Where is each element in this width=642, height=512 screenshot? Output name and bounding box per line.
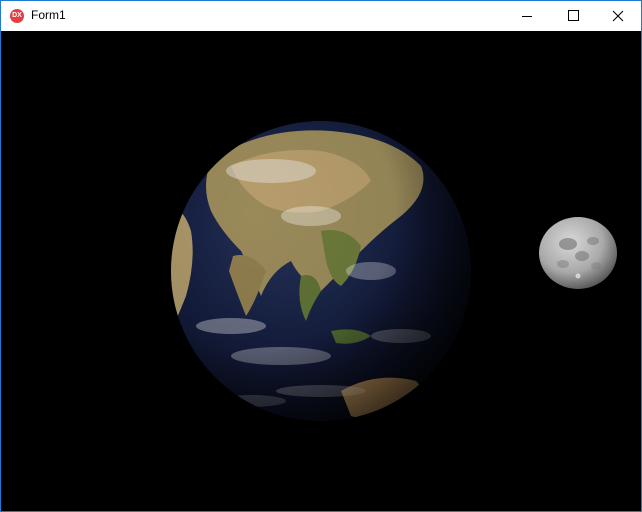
form-window: DX Form1 (0, 0, 642, 512)
title-bar[interactable]: DX Form1 (1, 1, 641, 31)
moon-sphere-icon (538, 216, 618, 290)
earth-globe-icon (171, 121, 471, 421)
close-icon (612, 10, 624, 22)
window-title: Form1 (31, 8, 66, 22)
maximize-button[interactable] (550, 1, 596, 31)
minimize-icon (522, 16, 532, 17)
app-logo-icon: DX (10, 9, 24, 23)
3d-viewport[interactable] (1, 31, 641, 511)
minimize-button[interactable] (504, 1, 550, 31)
close-button[interactable] (595, 1, 641, 31)
maximize-icon (568, 10, 579, 21)
